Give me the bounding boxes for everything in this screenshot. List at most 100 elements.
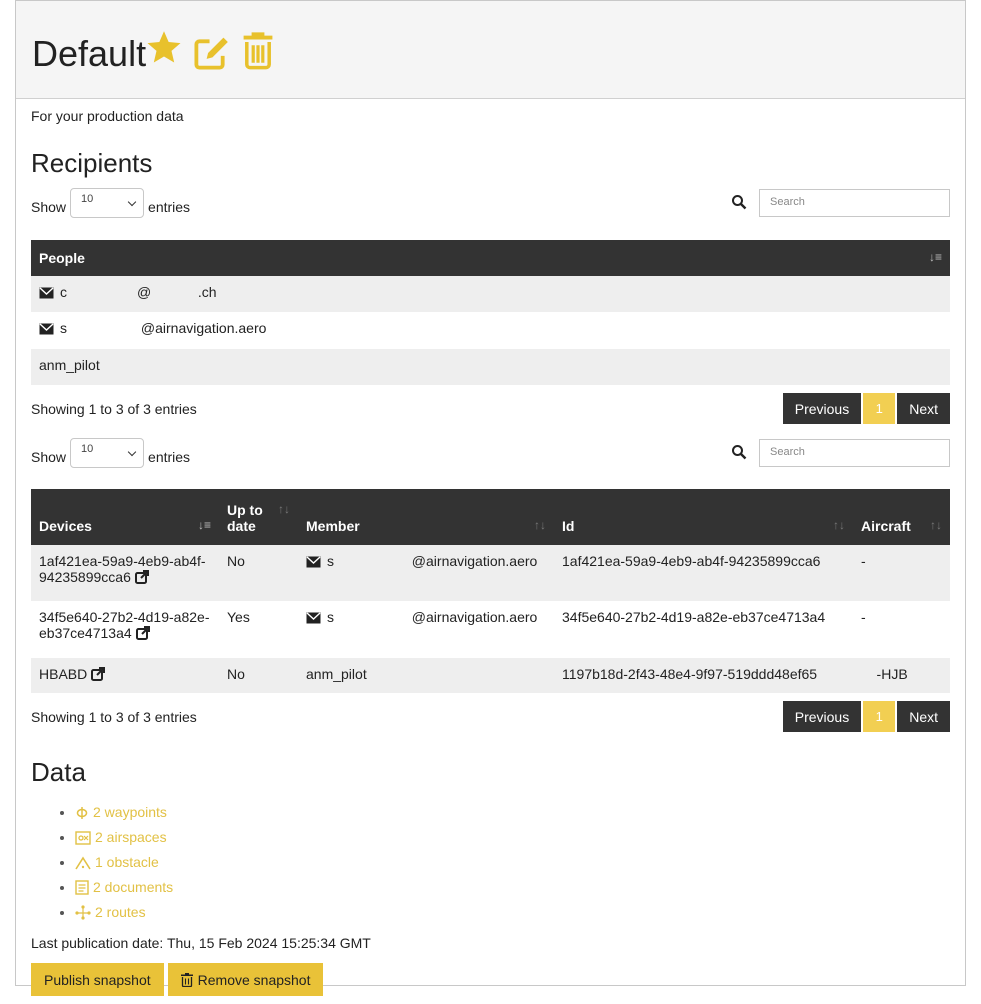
obstacle-icon: [75, 854, 91, 876]
entries-label: entries: [148, 449, 191, 465]
previous-button[interactable]: Previous: [782, 393, 862, 424]
column-header-id[interactable]: Id ↑↓: [554, 489, 853, 545]
mail-icon: [306, 611, 321, 627]
search-icon: [731, 194, 747, 213]
device-cell: 1af421ea-59a9-4eb9-ab4f-94235899cca6: [31, 545, 219, 601]
data-heading: Data: [31, 757, 86, 787]
recipients-table: People ↓≡ c @ .ch s @airnavigation.aero: [31, 240, 950, 385]
up-to-date-value: Yes: [227, 609, 250, 625]
page-title: Default: [32, 33, 147, 74]
recipients-filter: Search: [731, 189, 950, 217]
star-icon[interactable]: [146, 29, 182, 65]
mail-icon: [39, 286, 54, 302]
device-id: 1197b18d-2f43-48e4-9f97-519ddd48ef65: [562, 666, 818, 682]
device-id: 1af421ea-59a9-4eb9-ab4f-94235899cca6: [562, 553, 821, 569]
routes-link[interactable]: 2 routes: [75, 904, 146, 920]
table-row: c @ .ch: [31, 276, 950, 312]
dataset-description: For your production data: [31, 108, 184, 124]
data-list: 2 waypoints 2 airspaces 1 obstacle 2 doc…: [31, 801, 950, 926]
page-1-button[interactable]: 1: [863, 393, 896, 424]
devices-footer: Showing 1 to 3 of 3 entries Previous 1 N…: [31, 701, 950, 732]
column-header-devices[interactable]: Devices ↓≡: [31, 489, 219, 545]
next-button[interactable]: Next: [897, 393, 950, 424]
external-link-icon[interactable]: [134, 570, 149, 587]
column-header-aircraft[interactable]: Aircraft ↑↓: [853, 489, 950, 545]
recipients-footer: Showing 1 to 3 of 3 entries Previous 1 N…: [31, 393, 950, 424]
devices-length: Show 10 entries: [31, 438, 190, 468]
recipients-length-select[interactable]: 10: [70, 188, 145, 218]
list-item: 2 waypoints: [75, 801, 950, 826]
devices-length-select[interactable]: 10: [70, 438, 145, 468]
member-cell: s @airnavigation.aero: [298, 545, 554, 601]
aircraft-value: -: [861, 609, 866, 625]
page-1-button[interactable]: 1: [863, 701, 896, 732]
dataset-card: Default For your production data Recipie…: [15, 0, 966, 996]
device-cell: HBABD: [31, 658, 219, 693]
recipients-info: Showing 1 to 3 of 3 entries: [31, 401, 197, 417]
search-icon: [731, 444, 747, 463]
external-link-icon[interactable]: [91, 667, 106, 684]
next-button[interactable]: Next: [897, 701, 950, 732]
recipients-controls: Show 10 entries Search: [31, 188, 950, 218]
mail-icon: [306, 555, 321, 571]
devices-table: Devices ↓≡ Up to date ↑↓ Member ↑↓ Id ↑↓ Air…: [31, 489, 950, 693]
devices-controls: Show 10 entries Search: [31, 438, 950, 468]
table-row: anm_pilot: [31, 349, 950, 385]
column-header-member[interactable]: Member ↑↓: [298, 489, 554, 545]
edit-icon[interactable]: [192, 35, 230, 71]
trash-icon[interactable]: [242, 30, 274, 70]
snapshot-actions: Publish snapshot Remove snapshot: [31, 963, 950, 996]
list-item: 2 documents: [75, 876, 950, 901]
up-to-date-value: No: [227, 553, 245, 569]
previous-button[interactable]: Previous: [782, 701, 862, 732]
sort-asc-icon: ↓≡: [197, 518, 211, 532]
recipients-search-input[interactable]: Search: [759, 189, 950, 217]
list-item: 1 obstacle: [75, 851, 950, 876]
table-row: s @airnavigation.aero: [31, 312, 950, 349]
devices-search-input[interactable]: Search: [759, 439, 950, 467]
airspace-icon: [75, 829, 91, 851]
sort-asc-icon: ↓≡: [928, 250, 942, 264]
obstacle-link[interactable]: 1 obstacle: [75, 854, 159, 870]
trash-icon: [180, 972, 193, 987]
waypoint-icon: [75, 804, 89, 826]
member-cell: anm_pilot: [306, 666, 367, 682]
column-header-people[interactable]: People ↓≡: [31, 240, 950, 276]
devices-filter: Search: [731, 439, 950, 467]
document-icon: [75, 879, 89, 901]
device-cell: 34f5e640-27b2-4d19-a82e-eb37ce4713a4: [31, 601, 219, 658]
airspaces-link[interactable]: 2 airspaces: [75, 829, 167, 845]
sort-icon: ↑↓: [930, 518, 942, 532]
recipient-email: c @ .ch: [60, 284, 217, 300]
recipients-heading: Recipients: [31, 148, 153, 178]
mail-icon: [39, 322, 54, 338]
remove-snapshot-button[interactable]: Remove snapshot: [167, 963, 324, 996]
publish-snapshot-button[interactable]: Publish snapshot: [31, 963, 164, 996]
route-icon: [75, 904, 91, 926]
entries-label: entries: [148, 199, 191, 215]
aircraft-value: -HJB: [861, 666, 908, 682]
table-row: 34f5e640-27b2-4d19-a82e-eb37ce4713a4 Yes…: [31, 601, 950, 658]
column-header-up-to-date[interactable]: Up to date ↑↓: [219, 489, 298, 545]
device-name: 34f5e640-27b2-4d19-a82e-eb37ce4713a4: [39, 609, 210, 641]
member-cell: s @airnavigation.aero: [298, 601, 554, 658]
table-row: 1af421ea-59a9-4eb9-ab4f-94235899cca6 No …: [31, 545, 950, 601]
table-row: HBABD No anm_pilot 1197b18d-2f43-48e4-9f…: [31, 658, 950, 693]
devices-info: Showing 1 to 3 of 3 entries: [31, 709, 197, 725]
show-label: Show: [31, 199, 67, 215]
documents-link[interactable]: 2 documents: [75, 879, 173, 895]
sort-icon: ↑↓: [278, 502, 290, 516]
waypoints-link[interactable]: 2 waypoints: [75, 804, 167, 820]
device-name: 1af421ea-59a9-4eb9-ab4f-94235899cca6: [39, 553, 206, 585]
device-name: HBABD: [39, 666, 88, 682]
last-publication-date: Last publication date: Thu, 15 Feb 2024 …: [31, 935, 371, 951]
external-link-icon[interactable]: [135, 626, 150, 643]
recipients-pagination: Previous 1 Next: [782, 393, 950, 424]
devices-pagination: Previous 1 Next: [782, 701, 950, 732]
device-id: 34f5e640-27b2-4d19-a82e-eb37ce4713a4: [562, 609, 826, 625]
recipient-user: anm_pilot: [39, 357, 100, 373]
sort-icon: ↑↓: [534, 518, 546, 532]
up-to-date-value: No: [227, 666, 245, 682]
card-header: Default: [16, 1, 965, 99]
list-item: 2 routes: [75, 901, 950, 926]
